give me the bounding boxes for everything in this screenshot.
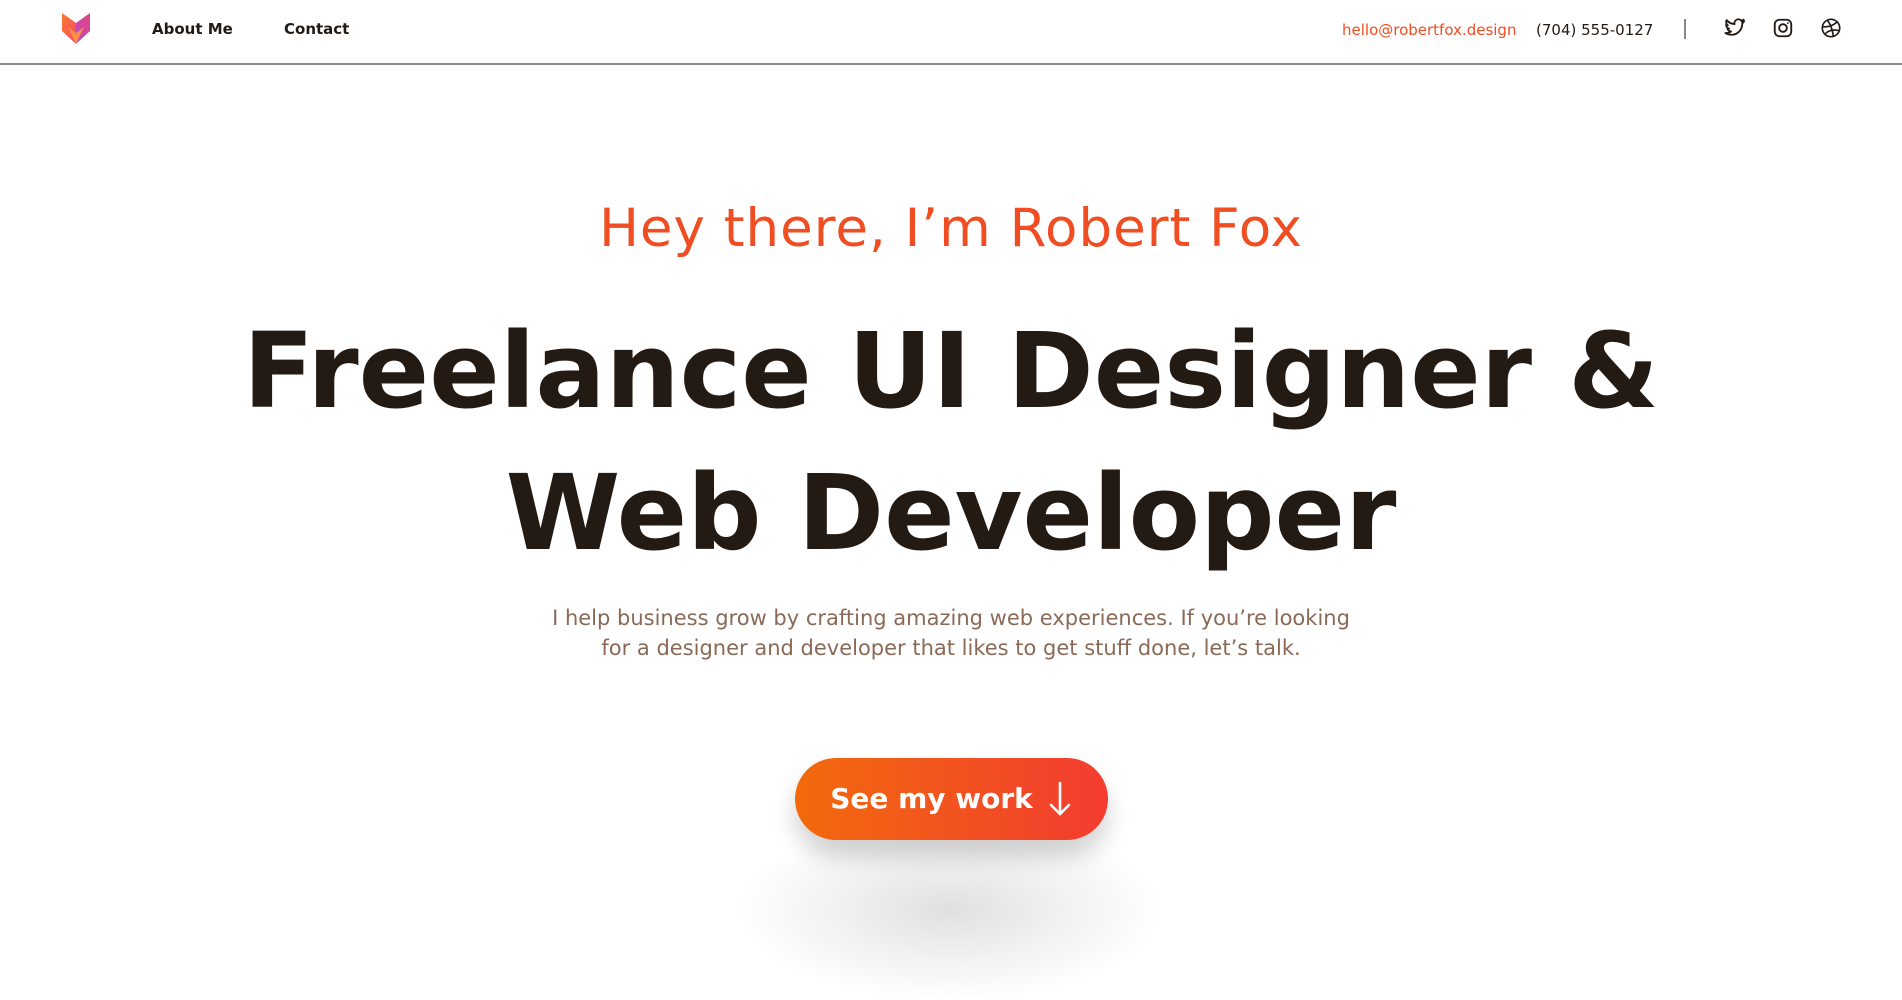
hero-description-line-1: I help business grow by crafting amazing… [552,606,1350,630]
instagram-icon[interactable] [1772,17,1794,39]
fox-logo-icon [62,13,90,44]
twitter-icon[interactable] [1724,17,1746,39]
button-shadow [740,820,1160,1000]
header-divider [1684,19,1686,39]
cta-label: See my work [830,782,1033,815]
fox-logo[interactable] [62,13,90,44]
hero-description: I help business grow by crafting amazing… [0,603,1902,663]
see-my-work-button[interactable]: See my work [795,758,1108,840]
hero-greeting: Hey there, I’m Robert Fox [599,198,1303,259]
nav-about-me[interactable]: About Me [152,19,233,39]
hero-title-line-1: Freelance UI Designer & [243,310,1659,432]
email-link[interactable]: hello@robertfox.design [1342,20,1516,40]
dribbble-icon[interactable] [1820,17,1842,39]
hero-title: Freelance UI Designer & Web Developer [0,300,1902,584]
hero-description-line-2: for a designer and developer that likes … [601,636,1301,660]
hero-title-line-2: Web Developer [505,452,1397,574]
nav-contact[interactable]: Contact [284,19,349,39]
site-header: About Me Contact hello@robertfox.design … [0,0,1902,65]
arrow-down-icon [1047,780,1073,818]
phone-number: (704) 555-0127 [1536,21,1654,39]
